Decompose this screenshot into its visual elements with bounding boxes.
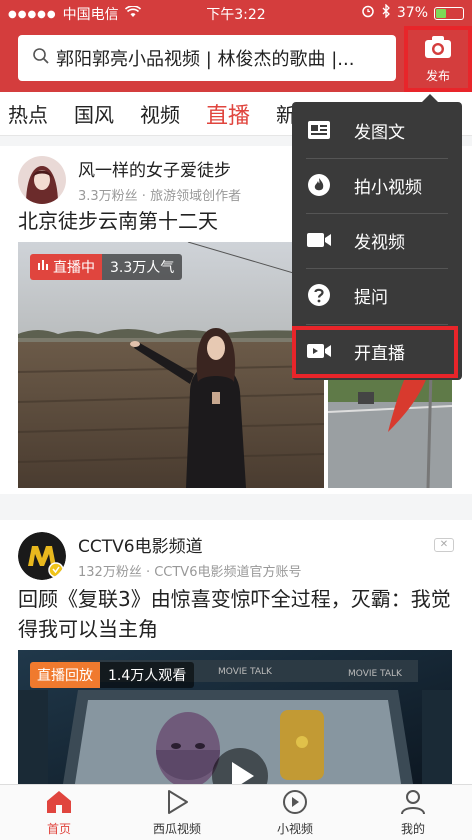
tab-guofeng[interactable]: 国风 [66,99,122,128]
battery-percent: 37% [396,5,428,21]
nav-label: 小视频 [276,821,313,836]
nav-label: 西瓜视频 [152,821,201,836]
dismiss-icon[interactable]: ✕ [434,538,454,552]
poster-text: MOVIE TALK [218,667,273,677]
nav-xigua-video[interactable]: 西瓜视频 [118,785,236,840]
viewer-count: 1.4万人观看 [100,662,195,688]
menu-item-video[interactable]: 发视频 [306,214,448,266]
image-text-icon [306,117,332,143]
flame-icon [306,172,332,198]
highlight-box [292,326,458,378]
home-icon [45,789,73,820]
nav-mine[interactable]: 我的 [354,785,472,840]
search-box[interactable]: 郭阳郭亮小品视频 | 林俊杰的歌曲 |... [18,35,396,81]
feed-card[interactable]: CCTV6电影频道 132万粉丝 · CCTV6电影频道官方账号 ✕ 回顾《复联… [0,520,472,790]
publish-button[interactable]: 发布 [404,26,472,92]
author-meta: 132万粉丝 · CCTV6电影频道官方账号 [78,565,302,580]
user-icon [399,789,427,820]
nav-label: 首页 [46,821,71,836]
bottom-nav: 首页 西瓜视频 小视频 我的 [0,784,472,840]
author-name[interactable]: CCTV6电影频道 [78,532,301,557]
nav-home[interactable]: 首页 [0,785,118,840]
menu-item-label: 发图文 [354,122,405,143]
menu-item-label: 提问 [354,287,388,308]
play-icon [163,789,191,820]
menu-item-question[interactable]: 提问 [306,269,448,321]
battery-icon [434,6,464,20]
avatar[interactable] [18,156,66,204]
menu-item-image-text[interactable]: 发图文 [306,104,448,156]
top-header: 郭阳郭亮小品视频 | 林俊杰的歌曲 |... 发布 [0,26,472,92]
live-badge: 直播中 3.3万人气 [30,254,183,280]
tab-hot[interactable]: 热点 [0,99,56,128]
live-thumbnail[interactable]: 直播中 3.3万人气 [18,242,324,488]
search-input[interactable]: 郭阳郭亮小品视频 | 林俊杰的歌曲 |... [56,45,354,71]
live-bars-icon [37,259,49,275]
live-status-text: 直播中 [53,260,95,276]
search-icon [32,47,50,69]
video-camera-icon [306,227,332,253]
short-video-icon [281,789,309,820]
question-icon [306,282,332,308]
menu-item-short-video[interactable]: 拍小视频 [306,159,448,211]
avatar[interactable] [18,532,66,580]
card-title[interactable]: 回顾《复联3》由惊喜变惊吓全过程，灭霸：我觉得我可以当主角 [18,584,458,644]
author-row[interactable]: CCTV6电影频道 132万粉丝 · CCTV6电影频道官方账号 [18,532,301,580]
author-name[interactable]: 风一样的女子爱徒步 [78,156,241,181]
replay-badge: 直播回放 1.4万人观看 [30,662,195,688]
menu-item-label: 发视频 [354,232,405,253]
poster-text: MOVIE TALK [348,669,403,679]
menu-item-label: 拍小视频 [354,177,422,198]
replay-status-text: 直播回放 [30,662,100,688]
nav-label: 我的 [400,821,425,836]
bluetooth-icon [381,3,391,22]
status-bar: ●●●●● 中国电信 下午3:22 37% [0,0,472,26]
author-row[interactable]: 风一样的女子爱徒步 3.3万粉丝 · 旅游领域创作者 [18,156,241,204]
author-meta: 3.3万粉丝 · 旅游领域创作者 [78,189,242,204]
popularity-count: 3.3万人气 [102,254,183,280]
nav-short-video[interactable]: 小视频 [236,785,354,840]
replay-thumbnail[interactable]: MOVIE TALK MOVIE TALK 直播回放 1.4万人观看 [18,650,452,790]
camera-icon [423,34,453,64]
alarm-icon [361,4,375,22]
tab-video[interactable]: 视频 [132,99,188,128]
publish-label: 发布 [425,69,450,83]
tab-live[interactable]: 直播 [198,98,258,130]
